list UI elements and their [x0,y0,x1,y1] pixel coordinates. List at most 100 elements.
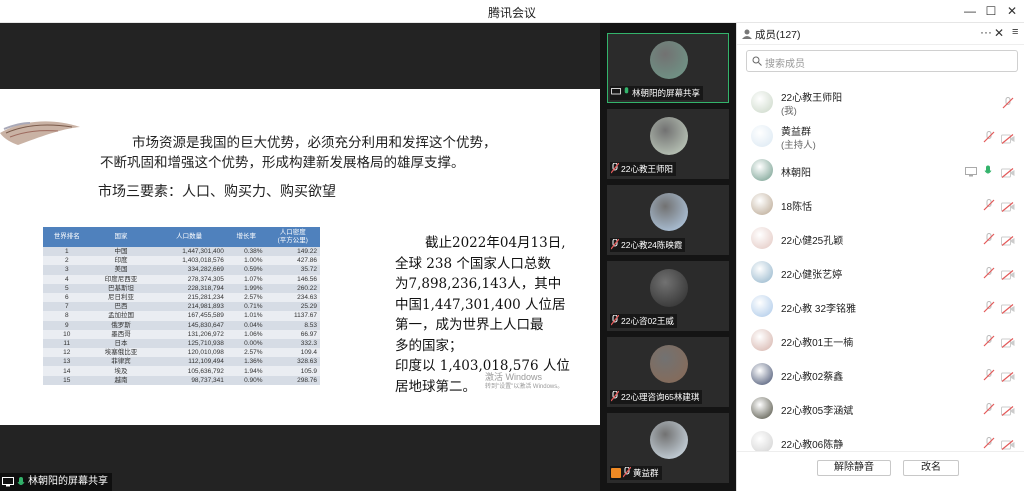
video-tile[interactable]: 22心咨02王威 [607,261,729,331]
search-input[interactable]: 搜索成员 [746,50,1018,72]
video-tile-label: 黄益群 [610,466,662,480]
camera-off-icon[interactable] [1001,267,1015,280]
screen-share-label-text: 林朝阳的屏幕共享 [28,476,108,487]
mic-off-icon[interactable] [983,436,995,449]
mic-off-icon[interactable] [983,300,995,313]
camera-off-icon[interactable] [1001,369,1015,382]
mic-off-icon[interactable] [983,334,995,347]
table-cell: 2.57% [226,348,266,358]
member-row[interactable]: 黄益群 (主持人) [737,119,1024,153]
slide-population-line: 为7,898,236,143人，其中 [395,276,562,292]
table-cell: 8 [43,311,91,321]
unmute-button[interactable]: 解除静音 [817,460,891,476]
window-title: 腾讯会议 [487,6,536,20]
user-icon [742,29,752,39]
table-body: 1 中国 1,447,301,400 0.38% 149.22 2 印度 1,403,018,… [43,247,320,385]
table-cell: 13 [43,357,91,367]
shared-slide: 市场资源是我国的巨大优势，必须充分利用和发挥这个优势， 不断巩固和增强这个优势，… [0,89,600,425]
member-name: 22心教王师阳 [781,93,843,104]
table-header-row: 世界排名 国家 人口数量 增长率 人口密度 (平方公里) [43,227,320,247]
mic-off-icon [610,314,620,328]
members-panel: 成员(127) ··· ✕ ≡ 搜索成员 22心教王师阳 (我) 黄益群 (主持人) 林… [736,23,1024,491]
member-row[interactable]: 22心教02蔡鑫 [737,357,1024,391]
camera-off-icon[interactable] [1001,403,1015,416]
table-cell: 1.00% [226,256,266,266]
table-row: 9 俄罗斯 145,830,647 0.04% 8.53 [43,320,320,330]
member-name: 18陈恬 [781,202,813,213]
member-row[interactable]: 林朝阳 [737,153,1024,187]
table-cell: 234.63 [265,292,320,303]
table-cell: 25.29 [265,302,320,312]
panel-close-icon[interactable]: ✕ [994,26,1004,40]
video-tile[interactable]: 林朝阳的屏幕共享 [607,33,729,103]
member-name: 22心教02蔡鑫 [781,372,844,383]
video-tile[interactable]: 22心教王师阳 [607,109,729,179]
video-tile[interactable]: 黄益群 [607,413,729,483]
mic-off-icon[interactable] [983,198,995,211]
mic-off-icon[interactable] [983,402,995,415]
video-tile[interactable]: 22心理咨询65林建琪 [607,337,729,407]
mic-off-icon[interactable] [983,368,995,381]
close-icon[interactable]: ✕ [1000,2,1024,20]
slide-population-line: 第一，成为世界上人口最 [395,317,544,333]
avatar [751,397,773,419]
camera-off-icon[interactable] [1001,437,1015,450]
member-row[interactable]: 22心健张艺婷 [737,255,1024,289]
camera-off-icon[interactable] [1001,301,1015,314]
mic-off-icon[interactable] [983,266,995,279]
table-row: 8 孟加拉国 167,455,589 1.01% 1137.67 [43,311,320,321]
mic-on-icon[interactable] [984,164,996,176]
camera-off-icon[interactable] [1001,165,1015,178]
table-row: 3 美国 334,282,669 0.59% 35.72 [43,265,320,275]
avatar [650,117,688,155]
table-header-cell: 国家 [90,227,152,247]
table-cell: 109.4 [265,348,320,358]
table-header-cell: 世界排名 [43,227,91,247]
camera-off-icon[interactable] [1001,335,1015,348]
table-cell: 菲律宾 [90,357,152,367]
table-cell: 228,318,794 [151,283,227,293]
mic-off-icon [610,390,620,404]
rename-button[interactable]: 改名 [903,460,959,476]
table-row: 7 巴西 214,981,893 0.71% 25.29 [43,302,320,312]
member-row[interactable]: 18陈恬 [737,187,1024,221]
search-placeholder: 搜索成员 [765,59,805,70]
slide-population-line: 中国1,447,301,400 人位居 [395,296,566,313]
video-tile-name: 黄益群 [633,468,659,478]
screen-share-icon [611,88,621,98]
mic-off-icon[interactable] [983,130,995,143]
member-row[interactable]: 22心教王师阳 (我) [737,85,1024,119]
mic-on-icon [623,87,630,99]
table-cell: 0.59% [226,265,266,275]
table-cell: 105,636,792 [151,366,227,376]
table-cell: 328.63 [265,357,320,367]
screen-share-icon [2,477,14,487]
video-tile[interactable]: 22心教24陈映霞 [607,185,729,255]
table-row: 13 菲律宾 112,109,494 1.36% 328.63 [43,357,320,367]
member-row[interactable]: 22心教05李涵斌 [737,391,1024,425]
members-title: 成员(127) [755,29,801,41]
shared-screen-area[interactable]: 市场资源是我国的巨大优势，必须充分利用和发挥这个优势， 不断巩固和增强这个优势，… [0,23,600,491]
member-row[interactable]: 22心教06陈静 [737,425,1024,451]
member-row[interactable]: 22心教01王一楠 [737,323,1024,357]
mic-off-icon[interactable] [1002,96,1014,109]
member-name: 林朝阳 [781,168,811,179]
table-cell: 1137.67 [265,311,320,321]
table-cell: 7 [43,302,91,312]
menu-icon[interactable]: ≡ [1012,26,1018,38]
camera-off-icon[interactable] [1001,131,1015,144]
table-cell: 1.07% [226,274,266,284]
camera-off-icon[interactable] [1001,233,1015,246]
table-cell: 9 [43,320,91,330]
table-cell: 427.86 [265,256,320,266]
avatar [650,41,688,79]
mic-off-icon[interactable] [983,232,995,245]
member-row[interactable]: 22心教 32李铭雅 [737,289,1024,323]
video-tile-name: 22心教王师阳 [621,164,673,174]
member-row[interactable]: 22心健25孔颖 [737,221,1024,255]
avatar [751,193,773,215]
table-cell: 14 [43,366,91,376]
camera-off-icon[interactable] [1001,199,1015,212]
search-icon [752,56,762,66]
more-icon[interactable]: ··· [980,25,992,39]
